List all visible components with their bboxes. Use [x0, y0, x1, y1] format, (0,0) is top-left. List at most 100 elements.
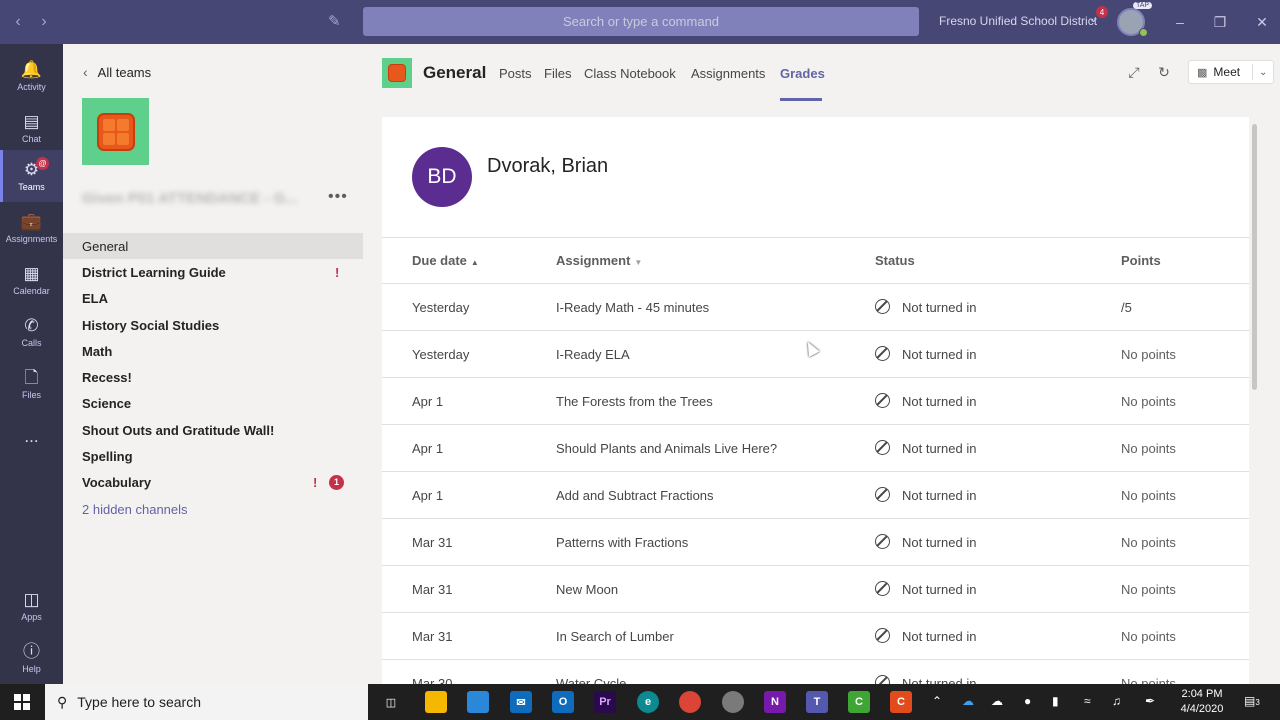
- points-cell: No points: [1121, 488, 1176, 503]
- all-teams-link[interactable]: ‹ All teams: [83, 64, 151, 80]
- assignment-cell[interactable]: I-Ready ELA: [556, 347, 630, 362]
- appbar-help[interactable]: ⓘ Help: [0, 632, 63, 684]
- points-cell: No points: [1121, 394, 1176, 409]
- appbar-calendar[interactable]: ▦ Calendar: [0, 254, 63, 306]
- browser-icon[interactable]: [722, 691, 744, 713]
- bell-icon: 🔔: [20, 59, 43, 79]
- forward-arrow-icon[interactable]: ›: [34, 12, 54, 32]
- store-icon[interactable]: [467, 691, 489, 713]
- windows-start-icon[interactable]: [14, 694, 30, 710]
- expand-icon[interactable]: ⤢: [1125, 63, 1143, 81]
- refresh-icon[interactable]: ↻: [1155, 63, 1173, 81]
- channel-label: District Learning Guide: [82, 264, 226, 280]
- appbar-activity[interactable]: 🔔 Activity: [0, 50, 63, 102]
- channel-vocabulary[interactable]: Vocabulary ! 1: [63, 469, 363, 495]
- assignment-cell[interactable]: Add and Subtract Fractions: [556, 488, 714, 503]
- taskbar-search-input[interactable]: ⚲ Type here to search: [45, 684, 368, 720]
- volume-icon[interactable]: ♫: [1112, 694, 1121, 708]
- appbar-calls[interactable]: ✆ Calls: [0, 306, 63, 358]
- table-row[interactable]: Apr 1 Should Plants and Animals Live Her…: [382, 425, 1249, 472]
- vertical-scrollbar[interactable]: [1252, 124, 1257, 390]
- channel-district-learning-guide[interactable]: District Learning Guide !: [63, 259, 363, 285]
- microphone-icon[interactable]: ●: [1024, 694, 1031, 708]
- channel-ela[interactable]: ELA: [63, 285, 363, 311]
- table-row[interactable]: Mar 31 Patterns with Fractions Not turne…: [382, 519, 1249, 566]
- tab-posts[interactable]: Posts: [499, 66, 532, 81]
- command-search-input[interactable]: Search or type a command: [363, 7, 919, 36]
- wifi-icon[interactable]: ≈: [1084, 694, 1091, 708]
- table-row[interactable]: Mar 30 Water Cycle Not turned in No poin…: [382, 660, 1249, 684]
- chrome-icon[interactable]: [679, 691, 701, 713]
- meet-button[interactable]: ▩ Meet ⌄: [1188, 60, 1274, 84]
- table-row[interactable]: Mar 31 In Search of Lumber Not turned in…: [382, 613, 1249, 660]
- appbar-chat[interactable]: ▤ Chat: [0, 102, 63, 154]
- channel-science[interactable]: Science: [63, 390, 363, 416]
- appbar-assignments[interactable]: 💼 Assignments: [0, 202, 63, 254]
- assignment-cell[interactable]: In Search of Lumber: [556, 629, 674, 644]
- notification-center-icon[interactable]: ▤3: [1244, 694, 1260, 708]
- tab-files[interactable]: Files: [544, 66, 571, 81]
- assignment-cell[interactable]: Should Plants and Animals Live Here?: [556, 441, 777, 456]
- chevron-down-icon[interactable]: ⌄: [1089, 14, 1097, 25]
- assignment-cell[interactable]: Water Cycle: [556, 676, 626, 684]
- hidden-channels-link[interactable]: 2 hidden channels: [63, 496, 363, 522]
- appbar-teams[interactable]: ⚙ Teams @: [0, 150, 63, 202]
- pen-icon[interactable]: ✒: [1145, 694, 1155, 708]
- channel-recess[interactable]: Recess!: [63, 364, 363, 390]
- channel-history-social-studies[interactable]: History Social Studies: [63, 312, 363, 338]
- minimize-icon[interactable]: –: [1168, 10, 1192, 34]
- table-row[interactable]: Apr 1 Add and Subtract Fractions Not tur…: [382, 472, 1249, 519]
- column-header-status[interactable]: Status: [875, 253, 915, 268]
- tab-grades[interactable]: Grades: [780, 66, 825, 81]
- table-row[interactable]: Mar 31 New Moon Not turned in No points: [382, 566, 1249, 613]
- chevron-up-icon[interactable]: ⌃: [932, 694, 942, 708]
- assignment-cell[interactable]: Patterns with Fractions: [556, 535, 688, 550]
- onenote-icon[interactable]: N: [764, 691, 786, 713]
- appbar-files[interactable]: 🗋 Files: [0, 358, 63, 410]
- appbar-label: Help: [22, 663, 41, 674]
- task-view-icon[interactable]: ◫: [380, 691, 402, 713]
- assignment-cell[interactable]: I-Ready Math - 45 minutes: [556, 300, 709, 315]
- chevron-down-icon[interactable]: ⌄: [1259, 67, 1267, 78]
- channel-spelling[interactable]: Spelling: [63, 443, 363, 469]
- column-header-due-date[interactable]: Due date ▲: [412, 253, 479, 268]
- table-row[interactable]: Yesterday I-Ready ELA Not turned in No p…: [382, 331, 1249, 378]
- more-options-icon[interactable]: •••: [328, 188, 348, 206]
- table-row[interactable]: Apr 1 The Forests from the Trees Not tur…: [382, 378, 1249, 425]
- channel-label: Science: [82, 395, 132, 411]
- channel-shout-outs[interactable]: Shout Outs and Gratitude Wall!: [63, 417, 363, 443]
- premiere-icon[interactable]: Pr: [594, 691, 616, 713]
- assignment-cell[interactable]: New Moon: [556, 582, 618, 597]
- maximize-icon[interactable]: ❐: [1208, 10, 1232, 34]
- outlook-icon[interactable]: O: [552, 691, 574, 713]
- onedrive-personal-icon[interactable]: ☁: [991, 694, 1003, 708]
- tab-class-notebook[interactable]: Class Notebook: [584, 66, 676, 81]
- back-arrow-icon[interactable]: ‹: [8, 12, 28, 32]
- battery-icon[interactable]: ▮: [1052, 694, 1059, 708]
- user-tag-badge: TAP: [1133, 2, 1153, 9]
- channel-general[interactable]: General: [63, 233, 363, 259]
- team-name[interactable]: Given P01 ATTENDANCE - G...: [82, 190, 304, 207]
- not-turned-in-icon: [875, 534, 890, 549]
- channel-math[interactable]: Math: [63, 338, 363, 364]
- edge-icon[interactable]: e: [637, 691, 659, 713]
- compose-icon[interactable]: ✎: [328, 12, 346, 30]
- close-icon[interactable]: ✕: [1250, 10, 1274, 34]
- teams-taskbar-icon[interactable]: T: [806, 691, 828, 713]
- file-explorer-icon[interactable]: [425, 691, 447, 713]
- column-header-assignment[interactable]: Assignment ▼: [556, 253, 642, 268]
- table-row[interactable]: Yesterday I-Ready Math - 45 minutes Not …: [382, 284, 1249, 331]
- camtasia-icon[interactable]: C: [848, 691, 870, 713]
- assignment-cell[interactable]: The Forests from the Trees: [556, 394, 713, 409]
- channel-label: Recess!: [82, 369, 132, 385]
- appbar-apps[interactable]: ◫ Apps: [0, 580, 63, 632]
- appbar-more[interactable]: ...: [0, 412, 63, 464]
- taskbar-clock[interactable]: 2:04 PM 4/4/2020: [1172, 687, 1232, 717]
- points-cell: No points: [1121, 535, 1176, 550]
- onedrive-icon[interactable]: ☁: [962, 694, 974, 708]
- mail-icon[interactable]: ✉: [510, 691, 532, 713]
- tab-assignments[interactable]: Assignments: [691, 66, 765, 81]
- recorder-icon[interactable]: C: [890, 691, 912, 713]
- column-header-points[interactable]: Points: [1121, 253, 1161, 268]
- org-name[interactable]: Fresno Unified School District: [939, 14, 1097, 28]
